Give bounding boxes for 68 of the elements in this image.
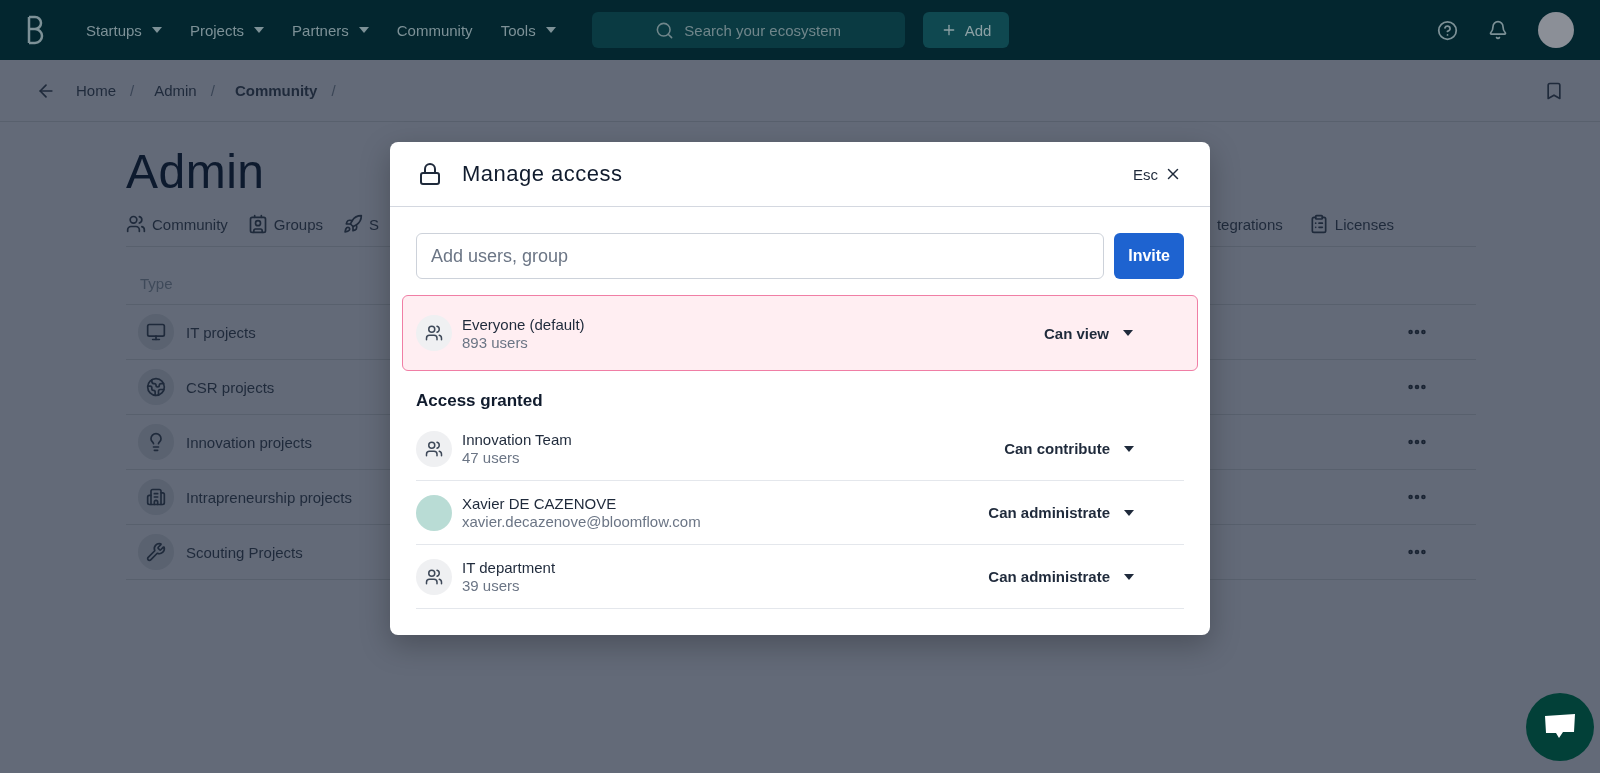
entry-detail: xavier.decazenove@bloomflow.com [462, 513, 702, 530]
search-placeholder: Search your ecosystem [684, 21, 841, 39]
admin-tab[interactable]: S [343, 214, 380, 234]
nav-menu-item[interactable]: Startups [86, 21, 162, 39]
invite-button[interactable]: Invite [1114, 233, 1184, 279]
caret-icon [1123, 330, 1133, 336]
page-title: Admin [126, 148, 265, 196]
group-icon [416, 558, 452, 595]
breadcrumb-link[interactable]: Community [234, 82, 318, 99]
section-title: Access granted [416, 391, 544, 411]
caret-icon [1124, 509, 1134, 516]
entry-detail: 39 users [462, 577, 521, 594]
entry-detail: 47 users [462, 449, 521, 466]
permission-dropdown[interactable]: Can administrate [982, 567, 1140, 586]
table-cell: CSR projects [186, 378, 275, 396]
breadcrumb-link[interactable]: Admin [154, 82, 197, 99]
table-cell: Innovation projects [186, 433, 312, 451]
wrench-icon [146, 542, 166, 562]
globe-icon [146, 377, 166, 397]
admin-tab[interactable]: Groups [247, 214, 324, 234]
monitor-icon [146, 322, 166, 342]
breadcrumb-separator: / [210, 82, 215, 99]
table-cell: IT projects [186, 323, 256, 341]
breadcrumb-link[interactable]: Home [76, 82, 116, 99]
caret-icon [1124, 445, 1134, 452]
rocket-icon [343, 214, 364, 234]
notification-icon[interactable] [1488, 20, 1508, 40]
caret-icon [1124, 573, 1134, 580]
admin-tab[interactable]: Community [126, 214, 228, 234]
permission-dropdown[interactable]: Can view [1037, 323, 1139, 343]
search-field[interactable]: Search your ecosystem [591, 12, 905, 48]
bookmark-icon[interactable] [1544, 80, 1564, 101]
help-icon[interactable] [1437, 19, 1458, 41]
add-users-input[interactable]: Add users, group [416, 233, 1105, 279]
entry-name: Everyone (default) [462, 315, 586, 333]
admin-tab[interactable]: Licenses [1308, 214, 1394, 234]
entry-name: IT department [462, 559, 557, 576]
entry-name: Innovation Team [462, 431, 573, 448]
breadcrumb-separator: / [331, 82, 336, 99]
caret-icon [254, 27, 265, 33]
permission-dropdown[interactable]: Can contribute [998, 439, 1140, 458]
breadcrumb-separator: / [130, 82, 135, 99]
close-button[interactable]: Esc [1133, 165, 1182, 183]
nav-menu-item[interactable]: Tools [500, 21, 556, 39]
admin-tab[interactable]: tegrations [1216, 214, 1283, 234]
caret-icon [358, 27, 369, 33]
nav-menu-item[interactable]: Projects [189, 21, 265, 39]
permission-dropdown[interactable]: Can administrate [982, 503, 1140, 522]
entry-detail: 893 users [462, 333, 529, 351]
add-button[interactable]: Add [922, 12, 1010, 48]
building-icon [146, 487, 166, 507]
caret-icon [545, 27, 556, 33]
avatar [416, 494, 452, 531]
dialog-title: Manage access [462, 161, 623, 187]
community-icon [126, 214, 146, 234]
lock-icon [418, 162, 442, 186]
caret-icon [151, 27, 162, 33]
table-cell: Intrapreneurship projects [186, 488, 352, 506]
group-icon [416, 430, 452, 467]
logo-icon [26, 15, 46, 45]
nav-menu-item[interactable]: Partners [292, 21, 369, 39]
table-cell: Scouting Projects [186, 543, 303, 561]
entry-name: Xavier DE CAZENOVE [462, 495, 618, 512]
people-icon [416, 315, 452, 351]
nav-menu-item[interactable]: Community [396, 21, 473, 39]
group-icon [247, 214, 268, 234]
search-icon [655, 20, 675, 40]
user-avatar[interactable] [1538, 12, 1574, 48]
